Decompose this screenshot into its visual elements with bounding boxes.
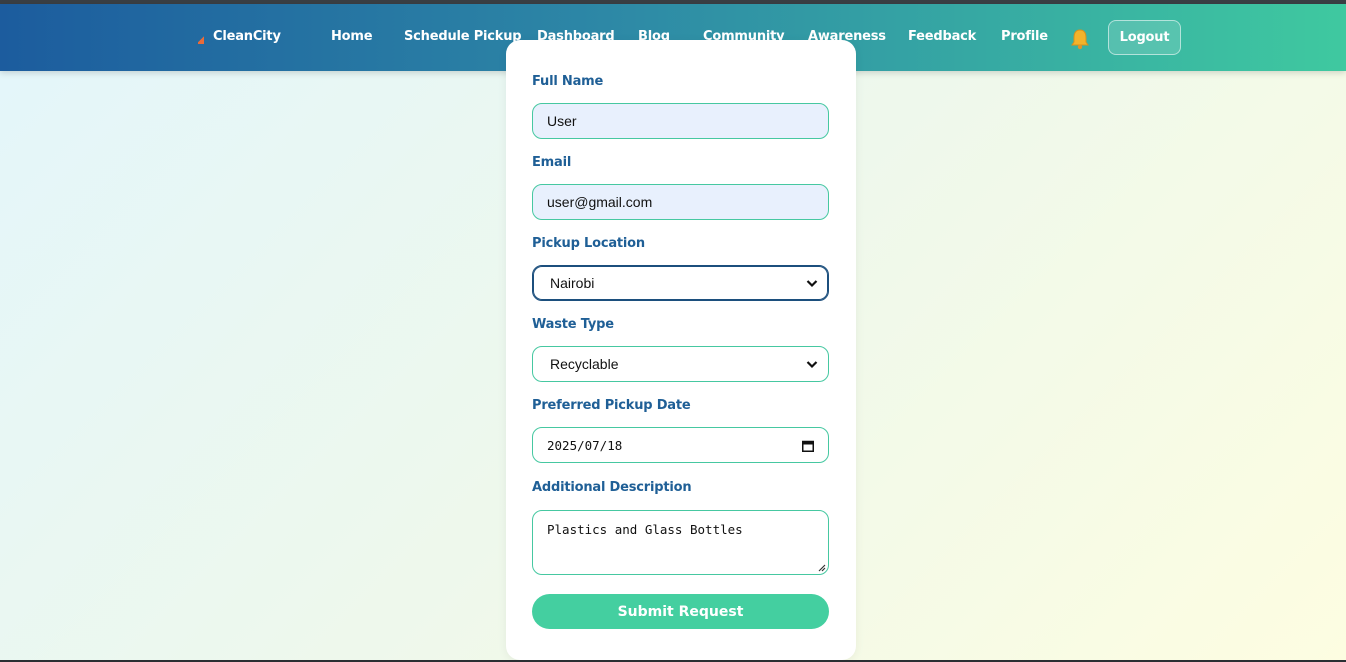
pickup-date-input[interactable]: 2025/07/18 (532, 427, 829, 463)
pickup-date-label: Preferred Pickup Date (532, 398, 691, 413)
full-name-value: User (547, 113, 577, 129)
pickup-date-value: 2025/07/18 (547, 437, 623, 453)
broom-icon (198, 35, 204, 44)
waste-type-select[interactable]: Recyclable (532, 346, 829, 382)
brand[interactable]: CleanCity (198, 29, 281, 44)
calendar-icon[interactable] (802, 440, 814, 452)
pickup-location-value: Nairobi (550, 275, 595, 291)
description-value: Plastics and Glass Bottles (547, 522, 743, 537)
submit-request-button[interactable]: Submit Request (532, 594, 829, 629)
email-input[interactable]: user@gmail.com (532, 184, 829, 220)
logout-button[interactable]: Logout (1108, 20, 1181, 55)
chevron-down-icon (806, 280, 818, 288)
description-label: Additional Description (532, 480, 692, 495)
pickup-location-label: Pickup Location (532, 236, 645, 251)
waste-type-value: Recyclable (550, 356, 619, 372)
email-value: user@gmail.com (547, 194, 653, 210)
bell-icon[interactable] (1070, 28, 1090, 50)
nav-profile[interactable]: Profile (1001, 29, 1048, 44)
nav-feedback[interactable]: Feedback (908, 29, 976, 44)
waste-type-label: Waste Type (532, 317, 614, 332)
brand-name: CleanCity (213, 29, 281, 44)
chevron-down-icon (806, 361, 818, 369)
nav-schedule-pickup[interactable]: Schedule Pickup (404, 29, 522, 44)
pickup-location-select[interactable]: Nairobi (532, 265, 829, 301)
nav-home[interactable]: Home (331, 29, 373, 44)
email-label: Email (532, 155, 572, 170)
full-name-input[interactable]: User (532, 103, 829, 139)
resize-handle-icon[interactable] (817, 563, 826, 572)
description-textarea[interactable]: Plastics and Glass Bottles (532, 510, 829, 575)
full-name-label: Full Name (532, 74, 604, 89)
